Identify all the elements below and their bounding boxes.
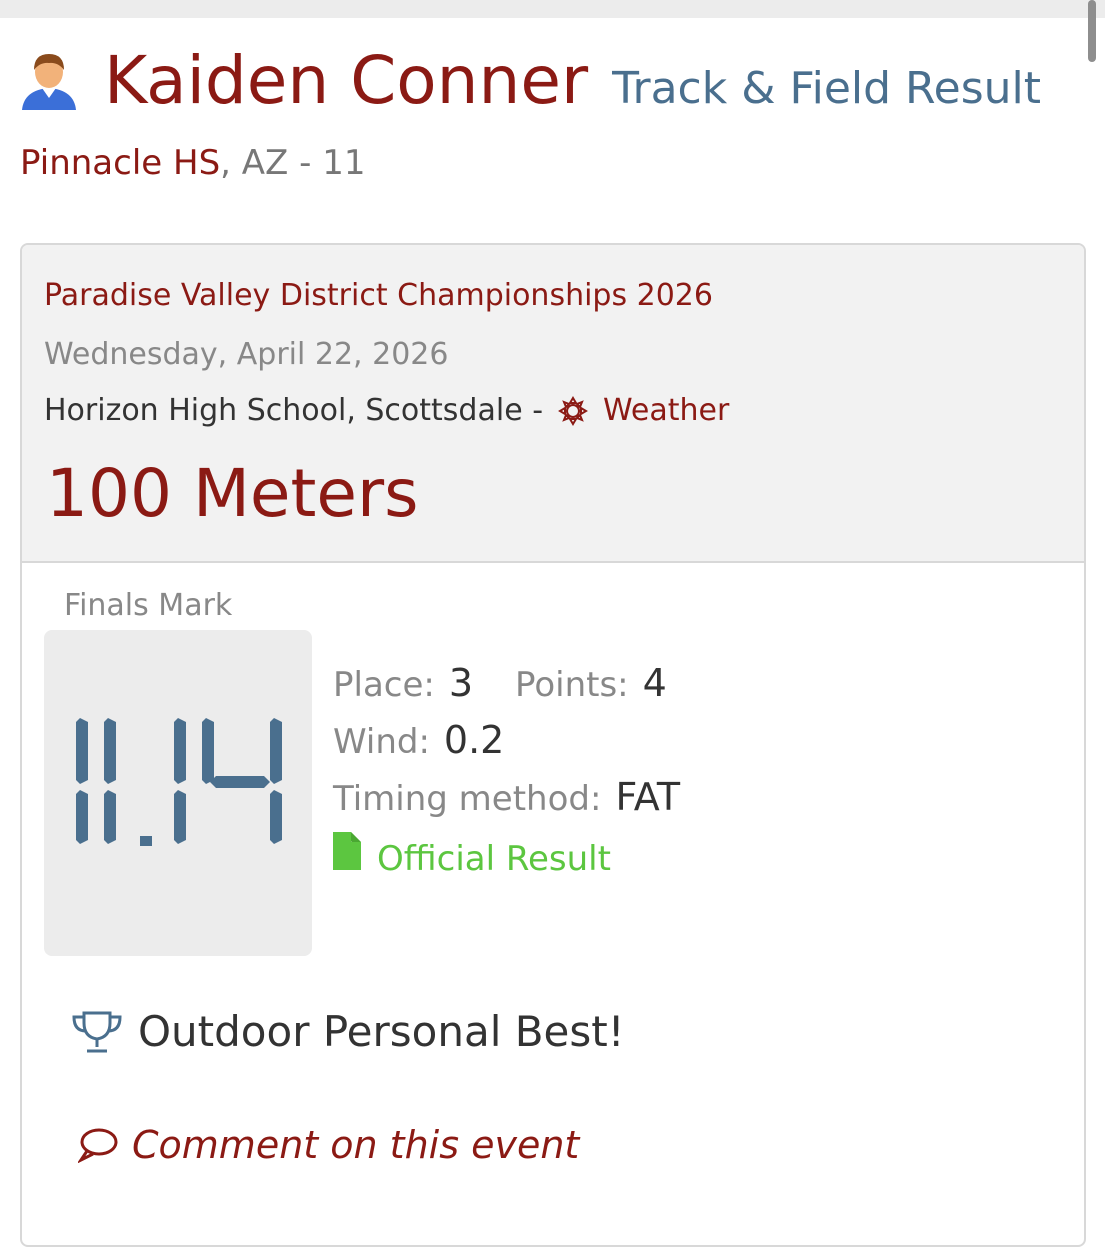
points-value: 4 [642,661,667,705]
comment-label: Comment on this event [132,1123,580,1167]
browser-top-bar [0,0,1105,18]
result-stats: Place: 3 Points: 4 Wind: 0.2 Timing meth… [333,661,722,889]
venue-name: Horizon High School, Scottsdale - [44,393,544,428]
meet-header: Paradise Valley District Championships 2… [22,245,1084,563]
meet-venue: Horizon High School, Scottsdale - Weathe… [44,393,729,428]
meet-name-link[interactable]: Paradise Valley District Championships 2… [44,278,713,313]
speech-bubble-icon [76,1127,118,1164]
page-subtitle: Track & Field Result [612,63,1041,114]
personal-best-badge: Outdoor Personal Best! [70,1007,625,1056]
athlete-name[interactable]: Kaiden Conner [104,48,588,114]
result-card: Paradise Valley District Championships 2… [20,243,1086,1247]
trophy-icon [70,1009,124,1055]
state-grade: , AZ - 11 [220,143,366,183]
school-line: Pinnacle HS, AZ - 11 [20,143,365,183]
finals-mark-label: Finals Mark [64,588,233,623]
school-link[interactable]: Pinnacle HS [20,143,220,183]
finals-mark-display [44,630,312,956]
document-icon [333,832,361,870]
timing-label: Timing method: [333,779,602,819]
place-value: 3 [448,661,474,705]
person-avatar-icon [18,48,80,114]
wind-label: Wind: [333,722,430,762]
official-result-label: Official Result [377,839,611,879]
timing-value: FAT [615,775,681,819]
wind-value: 0.2 [443,718,505,762]
event-name: 100 Meters [46,455,419,532]
meet-date: Wednesday, April 22, 2026 [44,337,449,372]
scrollbar[interactable] [1088,0,1096,62]
official-result-link[interactable]: Official Result [333,832,722,889]
weather-link[interactable]: Weather [603,393,729,428]
seven-segment-mark [76,718,282,846]
comment-link[interactable]: Comment on this event [76,1123,580,1167]
points-label: Points: [515,665,629,705]
personal-best-label: Outdoor Personal Best! [138,1007,625,1056]
sun-icon[interactable] [557,395,589,427]
place-label: Place: [333,665,435,705]
page-header: Kaiden Conner Track & Field Result [18,48,1041,114]
